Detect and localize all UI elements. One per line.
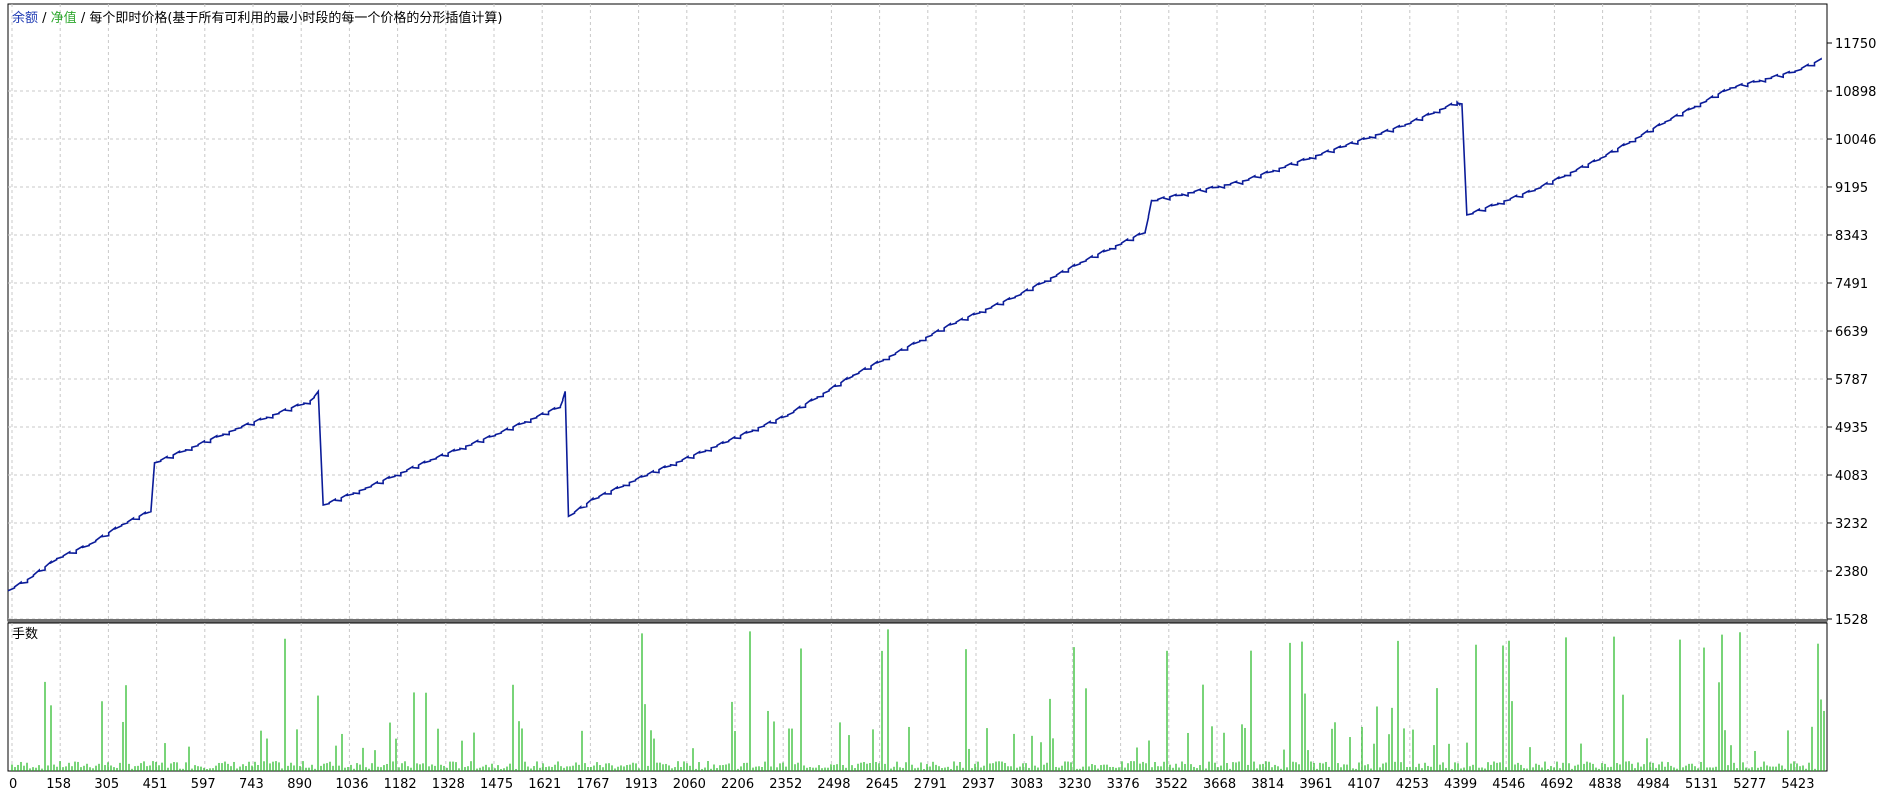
x-tick-label: 4253 bbox=[1396, 777, 1429, 792]
panel-separator bbox=[8, 619, 1827, 623]
x-tick-label: 2206 bbox=[721, 777, 754, 792]
x-tick-label: 3814 bbox=[1251, 777, 1284, 792]
x-tick-label: 4546 bbox=[1492, 777, 1525, 792]
x-tick-label: 2645 bbox=[866, 777, 899, 792]
x-tick-label: 1621 bbox=[528, 777, 561, 792]
x-tick-label: 3522 bbox=[1155, 777, 1188, 792]
y-tick-label: 1528 bbox=[1835, 613, 1868, 628]
x-tick-label: 2937 bbox=[962, 777, 995, 792]
x-axis: 0 158 305 451 597 743 890 1036 1182 1328 1475 1621 1… bbox=[9, 777, 1814, 792]
y-tick-label: 6639 bbox=[1835, 325, 1868, 340]
y-tick-label: 11750 bbox=[1835, 37, 1876, 52]
x-tick-label: 4107 bbox=[1348, 777, 1381, 792]
x-tick-label: 1328 bbox=[432, 777, 465, 792]
x-tick-label: 1913 bbox=[625, 777, 658, 792]
x-tick-label: 1036 bbox=[335, 777, 368, 792]
y-tick-label: 5787 bbox=[1835, 373, 1868, 388]
x-tick-label: 1767 bbox=[576, 777, 609, 792]
legend-balance: 余额 bbox=[12, 10, 38, 26]
legend-separator: / bbox=[38, 11, 51, 26]
y-tick-label: 10898 bbox=[1835, 85, 1876, 100]
y-tick-label: 9195 bbox=[1835, 181, 1868, 196]
x-tick-label: 5423 bbox=[1781, 777, 1814, 792]
x-tick-label: 4692 bbox=[1540, 777, 1573, 792]
x-tick-label: 2352 bbox=[769, 777, 802, 792]
x-tick-label: 3230 bbox=[1058, 777, 1091, 792]
x-tick-label: 2060 bbox=[673, 777, 706, 792]
legend-separator: / bbox=[77, 11, 90, 26]
chart-legend: 余额 / 净值 / 每个即时价格(基于所有可利用的最小时段的每一个价格的分形插值… bbox=[12, 10, 503, 26]
x-tick-label: 2791 bbox=[914, 777, 947, 792]
legend-mode: 每个即时价格(基于所有可利用的最小时段的每一个价格的分形插值计算) bbox=[89, 10, 502, 26]
strategy-tester-graph: 11750 10898 10046 9195 8343 7491 6639 5787 4935 4… bbox=[7, 3, 1876, 792]
x-tick-label: 3668 bbox=[1203, 777, 1236, 792]
x-tick-label: 451 bbox=[143, 777, 168, 792]
y-tick-label: 7491 bbox=[1835, 277, 1868, 292]
y-axis: 11750 10898 10046 9195 8343 7491 6639 5787 4935 4… bbox=[1827, 37, 1876, 628]
x-tick-label: 890 bbox=[287, 777, 312, 792]
y-tick-label: 2380 bbox=[1835, 565, 1868, 580]
x-tick-label: 158 bbox=[46, 777, 71, 792]
x-tick-label: 4838 bbox=[1589, 777, 1622, 792]
y-tick-label: 3232 bbox=[1835, 517, 1868, 532]
x-tick-label: 3376 bbox=[1107, 777, 1140, 792]
x-tick-label: 2498 bbox=[817, 777, 850, 792]
x-tick-label: 1475 bbox=[480, 777, 513, 792]
x-tick-label: 5131 bbox=[1685, 777, 1718, 792]
x-tick-label: 743 bbox=[239, 777, 264, 792]
x-tick-label: 0 bbox=[9, 777, 17, 792]
y-tick-label: 8343 bbox=[1835, 229, 1868, 244]
x-tick-label: 5277 bbox=[1733, 777, 1766, 792]
y-tick-label: 10046 bbox=[1835, 133, 1876, 148]
y-tick-label: 4935 bbox=[1835, 421, 1868, 436]
legend-equity: 净值 bbox=[51, 10, 77, 26]
x-tick-label: 597 bbox=[191, 777, 216, 792]
x-tick-label: 4399 bbox=[1444, 777, 1477, 792]
x-tick-label: 3083 bbox=[1010, 777, 1043, 792]
y-tick-label: 4083 bbox=[1835, 469, 1868, 484]
x-tick-label: 305 bbox=[94, 777, 119, 792]
x-tick-label: 4984 bbox=[1637, 777, 1670, 792]
lots-panel-label: 手数 bbox=[12, 627, 38, 642]
x-tick-label: 1182 bbox=[384, 777, 417, 792]
x-tick-label: 3961 bbox=[1299, 777, 1332, 792]
